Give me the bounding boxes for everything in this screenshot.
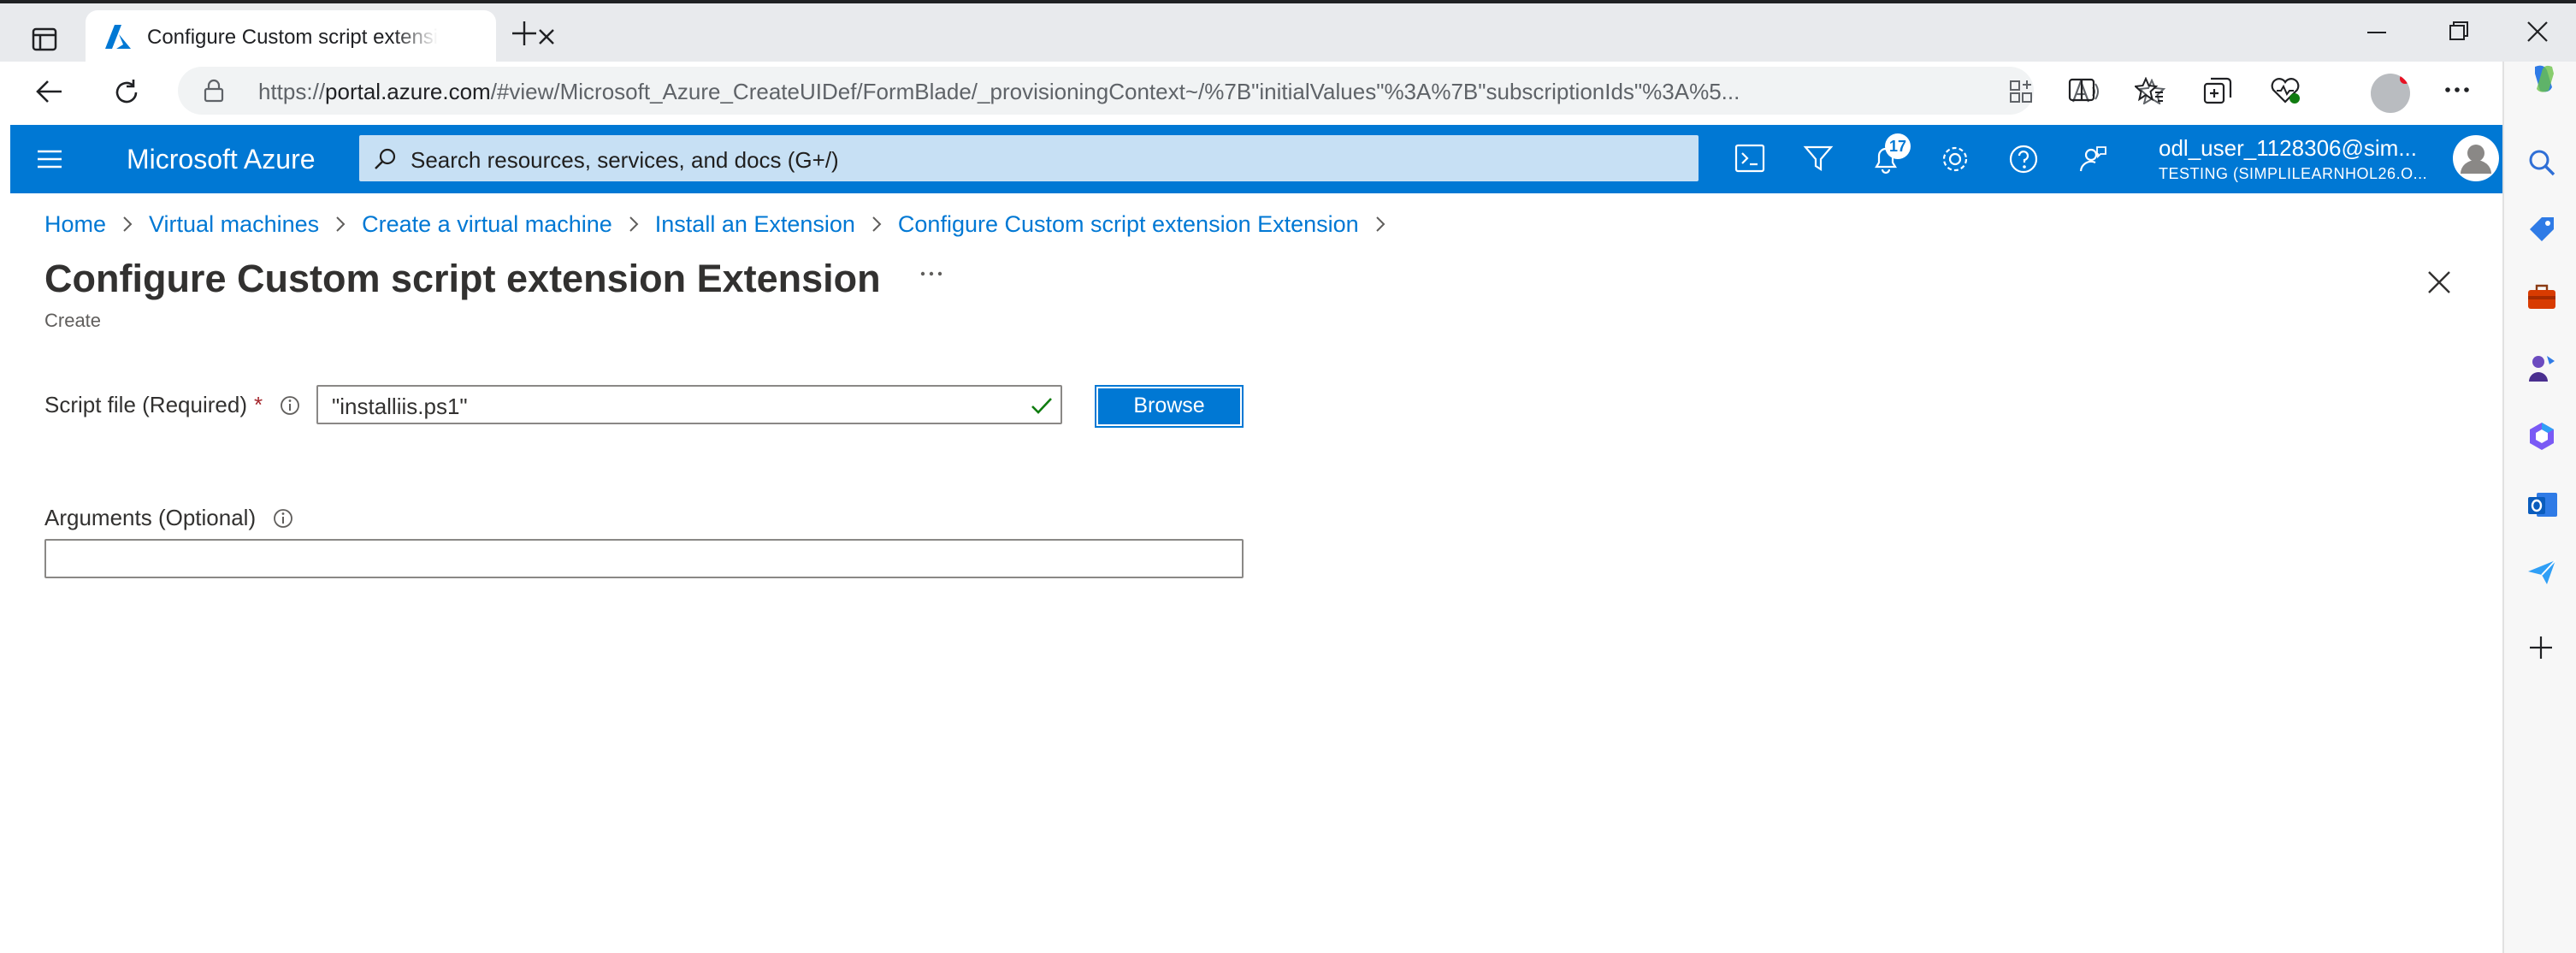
tab-actions-icon[interactable] xyxy=(24,21,65,58)
chevron-right-icon xyxy=(1374,215,1386,234)
add-sidebar-app-icon[interactable] xyxy=(2526,633,2555,662)
directory-filter-icon[interactable] xyxy=(1803,144,1834,173)
breadcrumb-virtual-machines[interactable]: Virtual machines xyxy=(149,211,319,238)
global-search-box[interactable]: Search resources, services, and docs (G+… xyxy=(359,135,1699,181)
browser-tab-strip: Configure Custom script extension Extens… xyxy=(0,0,2576,65)
notification-count-badge: 17 xyxy=(1885,133,1911,159)
account-info[interactable]: odl_user_1128306@sim... TESTING (SIMPLIL… xyxy=(2159,135,2449,183)
breadcrumb: Home Virtual machines Create a virtual m… xyxy=(44,210,1402,238)
favorites-icon[interactable] xyxy=(2135,77,2164,103)
window-close-icon[interactable] xyxy=(2525,19,2550,44)
browser-toolbar: https://portal.azure.com/#view/Microsoft… xyxy=(0,62,2576,121)
feedback-icon[interactable] xyxy=(2077,144,2107,175)
browser-essentials-icon[interactable] xyxy=(2270,77,2301,104)
account-directory: TESTING (SIMPLILEARNHOL26.O... xyxy=(2159,165,2428,182)
breadcrumb-configure-extension[interactable]: Configure Custom script extension Extens… xyxy=(898,211,1359,238)
tools-briefcase-icon[interactable] xyxy=(2526,282,2557,311)
new-tab-icon[interactable] xyxy=(510,19,539,48)
refresh-icon[interactable] xyxy=(111,77,142,108)
copilot-icon[interactable] xyxy=(2526,62,2561,96)
account-avatar-icon[interactable] xyxy=(2453,135,2499,181)
info-icon[interactable] xyxy=(280,395,300,416)
url-text: https://portal.azure.com/#view/Microsoft… xyxy=(258,79,1740,104)
script-file-input[interactable]: "installiis.ps1" xyxy=(316,385,1062,424)
settings-gear-icon[interactable] xyxy=(1940,144,1970,175)
page-subtitle: Create xyxy=(44,310,102,331)
address-bar[interactable]: https://portal.azure.com/#view/Microsoft… xyxy=(178,67,2165,115)
script-file-label-text: Script file (Required) xyxy=(44,392,247,417)
browser-tab-active[interactable]: Configure Custom script extension Extens… xyxy=(86,10,554,65)
cloud-shell-icon[interactable] xyxy=(1734,144,1765,173)
sidebar-search-icon[interactable] xyxy=(2526,147,2557,178)
games-icon[interactable] xyxy=(2526,352,2557,383)
azure-logo-icon xyxy=(104,24,132,50)
breadcrumb-home[interactable]: Home xyxy=(44,211,106,238)
chevron-right-icon xyxy=(334,215,346,234)
edge-sidebar xyxy=(2502,62,2576,953)
browse-button[interactable]: Browse xyxy=(1095,385,1244,428)
page-title: Configure Custom script extension Extens… xyxy=(44,257,881,300)
app-available-icon[interactable] xyxy=(2008,79,2034,104)
azure-brand[interactable]: Microsoft Azure xyxy=(127,144,316,175)
collections-icon[interactable] xyxy=(2203,77,2232,104)
script-file-label: Script file (Required) * xyxy=(44,392,300,418)
chevron-right-icon xyxy=(121,215,133,234)
outlook-icon[interactable] xyxy=(2526,489,2559,520)
back-icon[interactable] xyxy=(34,77,65,106)
search-icon xyxy=(373,147,397,171)
chevron-right-icon xyxy=(628,215,640,234)
arguments-label-text: Arguments (Optional) xyxy=(44,505,257,530)
shopping-tag-icon[interactable] xyxy=(2526,214,2557,245)
arguments-label: Arguments (Optional) xyxy=(44,505,293,531)
profile-avatar[interactable] xyxy=(2371,74,2410,113)
breadcrumb-install-extension[interactable]: Install an Extension xyxy=(655,211,855,238)
azure-top-bar: Microsoft Azure Search resources, servic… xyxy=(10,125,2502,193)
breadcrumb-create-vm[interactable]: Create a virtual machine xyxy=(362,211,612,238)
tab-title: Configure Custom script extension Extens… xyxy=(147,26,438,49)
restore-icon[interactable] xyxy=(2446,19,2472,44)
script-file-value: "installiis.ps1" xyxy=(332,394,468,419)
account-name: odl_user_1128306@sim... xyxy=(2159,135,2417,161)
minimize-icon[interactable] xyxy=(2364,19,2390,44)
more-options-icon[interactable] xyxy=(920,269,942,279)
settings-more-icon[interactable] xyxy=(2443,77,2472,103)
arguments-input[interactable] xyxy=(44,539,1244,578)
chevron-right-icon xyxy=(871,215,883,234)
split-screen-icon[interactable] xyxy=(2068,77,2095,103)
portal-menu-icon[interactable] xyxy=(36,149,63,169)
info-icon[interactable] xyxy=(273,508,293,529)
close-blade-icon[interactable] xyxy=(2425,269,2453,296)
checkmark-icon xyxy=(1030,395,1054,416)
search-placeholder: Search resources, services, and docs (G+… xyxy=(411,147,839,173)
help-icon[interactable] xyxy=(2008,144,2039,175)
send-drop-icon[interactable] xyxy=(2526,558,2557,587)
required-asterisk: * xyxy=(253,392,263,417)
microsoft-365-icon[interactable] xyxy=(2526,421,2557,452)
lock-icon[interactable] xyxy=(204,79,224,103)
